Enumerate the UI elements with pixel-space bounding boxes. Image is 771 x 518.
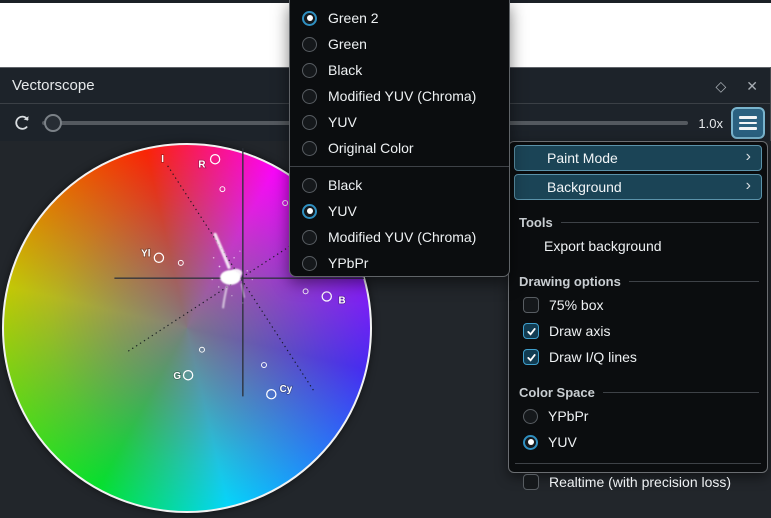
target-circle-b-small [303,289,308,294]
reset-zoom-button[interactable] [10,111,34,135]
menu-item-yuv[interactable]: YUV [290,109,509,135]
label-b: B [339,296,346,307]
target-circle-yl [154,253,163,262]
radio-ypbpr[interactable]: YPbPr [509,403,767,429]
radio-icon [302,63,317,78]
color-space-section-header: Color Space [509,381,767,403]
target-circle-cy-small [262,363,267,368]
float-window-icon[interactable]: ◇ [715,79,726,93]
scope-options-menu: Paint Mode › Background › Tools Export b… [508,141,768,473]
menu-item-green[interactable]: Green [290,31,509,57]
target-circle-r [211,155,220,164]
checkbox-draw-axis[interactable]: Draw axis [509,318,767,344]
menu-separator [290,166,509,167]
target-circle-cy [267,390,276,399]
separator [515,463,761,464]
refresh-icon [12,113,32,133]
background-dropdown-menu: Green 2 Green Black Modified YUV (Chroma… [289,0,510,277]
menu-button[interactable] [731,107,765,139]
radio-icon [523,435,538,450]
target-circle-r-small [220,187,225,192]
radio-icon [302,178,317,193]
radio-icon [302,256,317,271]
target-circle-m-small [283,201,288,206]
label-r: R [198,159,205,170]
export-background-item[interactable]: Export background [509,233,767,259]
checkbox-icon [523,349,539,365]
radio-icon [302,89,317,104]
menu-item-green-2[interactable]: Green 2 [290,5,509,31]
label-i: I [161,154,164,165]
label-g: G [173,371,181,382]
menu-item-ypbpr[interactable]: YPbPr [290,250,509,276]
close-icon[interactable]: ✕ [746,79,758,93]
radio-icon [302,37,317,52]
checkbox-realtime[interactable]: Realtime (with precision loss) [509,469,767,495]
check-icon [526,352,537,363]
radio-icon [302,11,317,26]
menu-item-black-2[interactable]: Black [290,172,509,198]
target-circle-g-small [199,347,204,352]
chevron-right-icon: › [746,148,751,166]
checkbox-icon [523,323,539,339]
paint-mode-label: Paint Mode [547,150,618,166]
background-label: Background [547,179,622,195]
drawing-options-section-header: Drawing options [509,270,767,292]
menu-item-modified-yuv[interactable]: Modified YUV (Chroma) [290,83,509,109]
zoom-slider-handle[interactable] [44,114,62,132]
label-yl: Yl [141,248,151,259]
check-icon [526,326,537,337]
tools-section-header: Tools [509,211,767,233]
menu-item-original-color[interactable]: Original Color [290,135,509,161]
radio-icon [302,204,317,219]
radio-icon [302,230,317,245]
screen: Vectorscope ◇ ✕ 1.0x [0,0,771,518]
checkbox-75-box[interactable]: 75% box [509,292,767,318]
background-submenu[interactable]: Background › [514,174,762,200]
radio-yuv[interactable]: YUV [509,429,767,455]
radio-icon [302,141,317,156]
target-circle-g [184,371,193,380]
zoom-level-label: 1.0x [698,116,723,131]
checkbox-draw-iq-lines[interactable]: Draw I/Q lines [509,344,767,370]
label-cy: Cy [280,384,293,395]
target-circle-b [322,292,331,301]
menu-item-yuv-2[interactable]: YUV [290,198,509,224]
paint-mode-submenu[interactable]: Paint Mode › [514,145,762,171]
radio-icon [523,409,538,424]
signal-trace [212,234,253,307]
hamburger-icon [739,116,757,119]
checkbox-icon [523,474,539,490]
chevron-right-icon: › [746,177,751,195]
menu-item-black[interactable]: Black [290,57,509,83]
menu-item-modified-yuv-2[interactable]: Modified YUV (Chroma) [290,224,509,250]
radio-icon [302,115,317,130]
checkbox-icon [523,297,539,313]
target-circle-yl-small [178,260,183,265]
window-title: Vectorscope [12,77,95,94]
